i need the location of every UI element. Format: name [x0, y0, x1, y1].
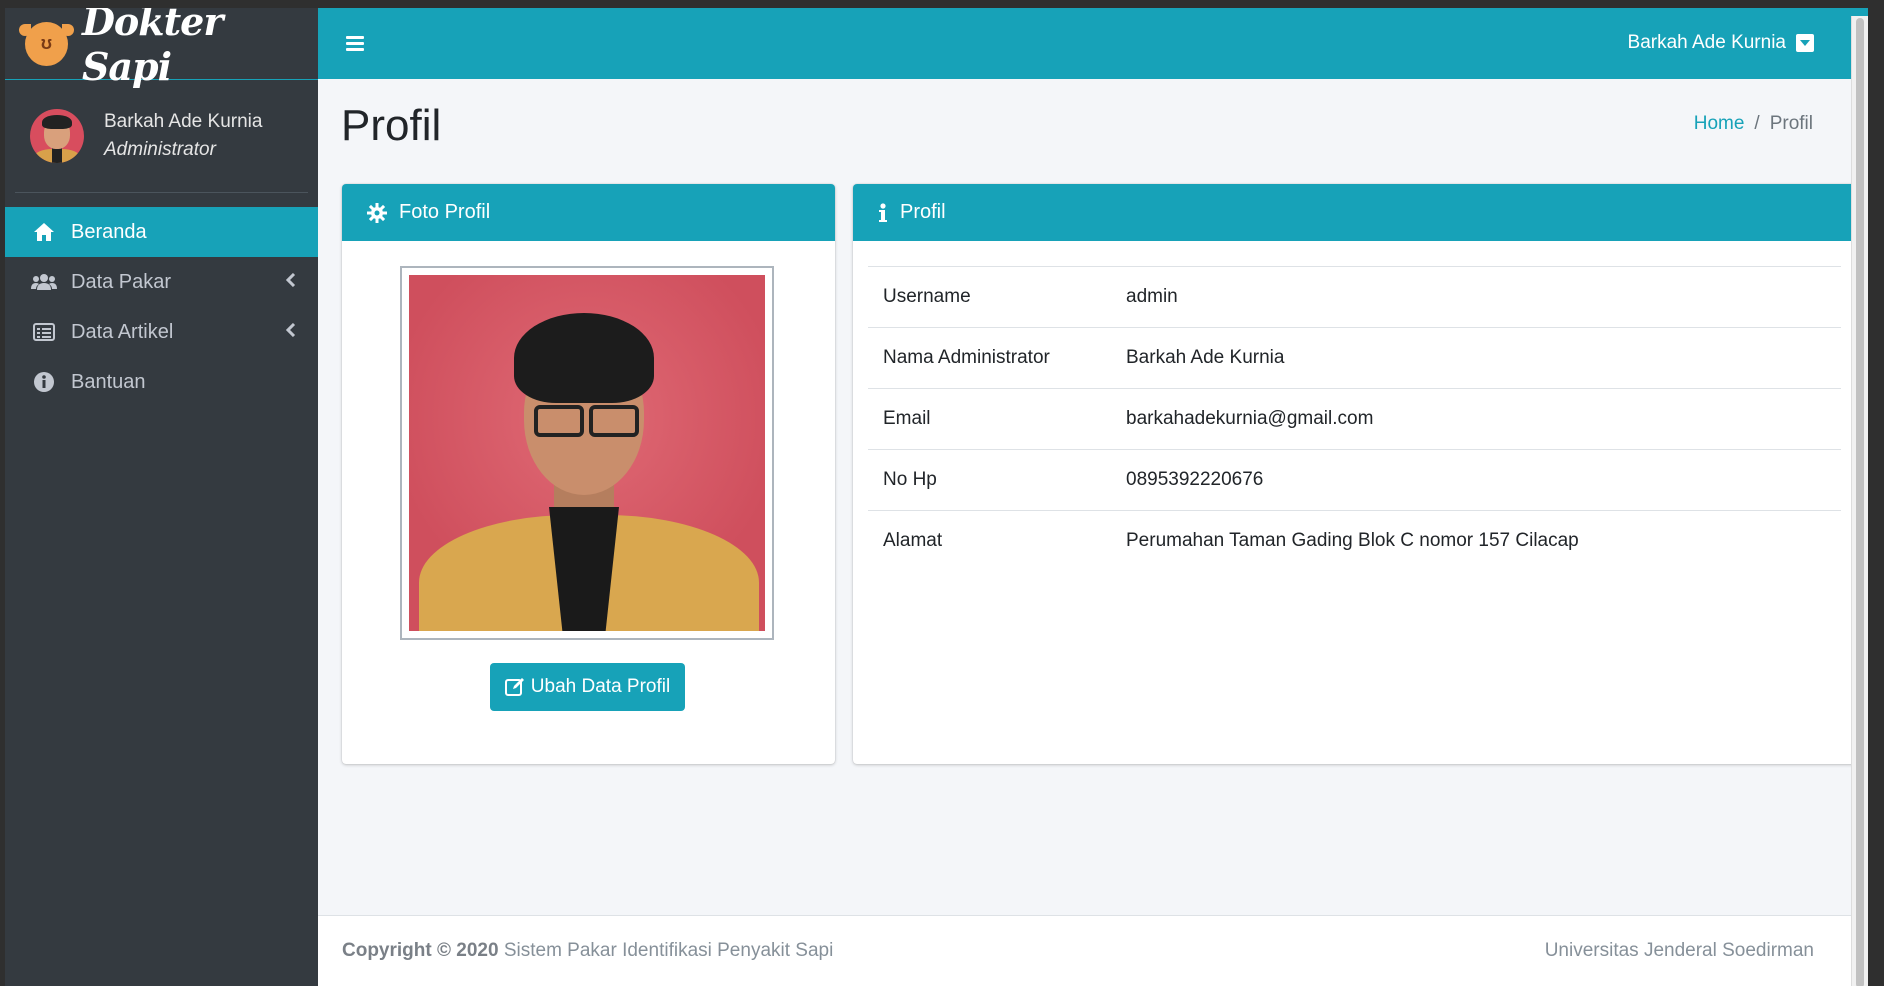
user-dropdown-name: Barkah Ade Kurnia — [1627, 32, 1786, 53]
profile-card-title: Profil — [900, 201, 946, 223]
top-navbar: Barkah Ade Kurnia — [318, 8, 1868, 79]
row-label: No Hp — [868, 449, 1111, 511]
row-label: Nama Administrator — [868, 327, 1111, 389]
main-content: Profil Home / Profil Foto Profil Ubah Da… — [318, 79, 1868, 915]
table-row: No Hp 0895392220676 — [868, 449, 1841, 511]
brand[interactable]: ʊ Dokter Sapi — [5, 8, 318, 89]
cow-icon: ʊ — [19, 21, 74, 66]
user-dropdown[interactable]: Barkah Ade Kurnia — [1628, 32, 1814, 54]
footer-copyright: Copyright © 2020 Sistem Pakar Identifika… — [342, 940, 833, 962]
row-value: barkahadekurnia@gmail.com — [1111, 388, 1841, 450]
table-row: Username admin — [868, 266, 1841, 328]
row-label: Username — [868, 266, 1111, 328]
sidebar-item-label: Beranda — [71, 220, 147, 243]
row-label: Alamat — [868, 510, 1111, 571]
profile-table: Username admin Nama Administrator Barkah… — [868, 266, 1841, 571]
chevron-left-icon — [285, 272, 296, 292]
footer-copyright-label: Copyright © 2020 — [342, 940, 499, 961]
sidebar-item-beranda[interactable]: Beranda — [5, 207, 318, 257]
sidebar-nav: Beranda Data Pakar Data Artikel Bantuan — [5, 207, 318, 407]
sidebar-item-label: Bantuan — [71, 370, 146, 393]
row-label: Email — [868, 388, 1111, 450]
info-circle-icon — [31, 371, 57, 393]
table-row: Alamat Perumahan Taman Gading Blok C nom… — [868, 510, 1841, 571]
sidebar-item-bantuan[interactable]: Bantuan — [5, 357, 318, 407]
sidebar: ʊ Dokter Sapi Barkah Ade Kurnia Administ… — [5, 8, 318, 986]
info-icon — [878, 202, 888, 223]
table-row: Nama Administrator Barkah Ade Kurnia — [868, 327, 1841, 389]
user-panel: Barkah Ade Kurnia Administrator — [15, 80, 308, 193]
sidebar-item-data-artikel[interactable]: Data Artikel — [5, 307, 318, 357]
users-icon — [31, 273, 57, 291]
avatar[interactable] — [30, 109, 84, 163]
page-scrollbar[interactable] — [1851, 16, 1868, 986]
photo-card: Foto Profil Ubah Data Profil — [342, 184, 835, 764]
row-value: 0895392220676 — [1111, 449, 1841, 511]
footer-app-name: Sistem Pakar Identifikasi Penyakit Sapi — [503, 940, 834, 961]
breadcrumb-current: Profil — [1769, 113, 1813, 134]
sidebar-item-data-pakar[interactable]: Data Pakar — [5, 257, 318, 307]
user-panel-name[interactable]: Barkah Ade Kurnia — [104, 111, 262, 133]
breadcrumb: Home / Profil — [1694, 113, 1813, 135]
row-value: Barkah Ade Kurnia — [1111, 327, 1841, 389]
edit-icon — [504, 677, 525, 697]
user-panel-role: Administrator — [104, 139, 216, 160]
row-value: admin — [1111, 266, 1841, 328]
brand-name: Dokter Sapi — [81, 8, 223, 89]
gear-icon — [367, 202, 387, 223]
footer: Copyright © 2020 Sistem Pakar Identifika… — [318, 915, 1868, 986]
list-icon — [31, 323, 57, 341]
menu-toggle-icon[interactable] — [346, 33, 364, 54]
app-window: ʊ Dokter Sapi Barkah Ade Kurnia Administ… — [5, 8, 1868, 986]
photo-card-title: Foto Profil — [399, 201, 491, 223]
breadcrumb-separator: / — [1754, 113, 1760, 134]
chevron-left-icon — [285, 322, 296, 342]
profile-photo — [400, 266, 774, 640]
page-title: Profil — [341, 101, 442, 150]
sidebar-item-label: Data Artikel — [71, 320, 174, 343]
edit-profile-button[interactable]: Ubah Data Profil — [490, 663, 685, 711]
home-icon — [31, 222, 57, 242]
breadcrumb-home-link[interactable]: Home — [1694, 113, 1745, 134]
photo-card-header: Foto Profil — [342, 184, 835, 241]
caret-down-icon — [1796, 34, 1814, 52]
profile-card: Profil Username admin Nama Administrator… — [853, 184, 1856, 764]
sidebar-item-label: Data Pakar — [71, 270, 172, 293]
table-row: Email barkahadekurnia@gmail.com — [868, 388, 1841, 450]
footer-institution: Universitas Jenderal Soedirman — [1544, 940, 1814, 961]
profile-card-header: Profil — [853, 184, 1856, 241]
edit-profile-button-label: Ubah Data Profil — [530, 676, 671, 697]
row-value: Perumahan Taman Gading Blok C nomor 157 … — [1111, 510, 1841, 571]
